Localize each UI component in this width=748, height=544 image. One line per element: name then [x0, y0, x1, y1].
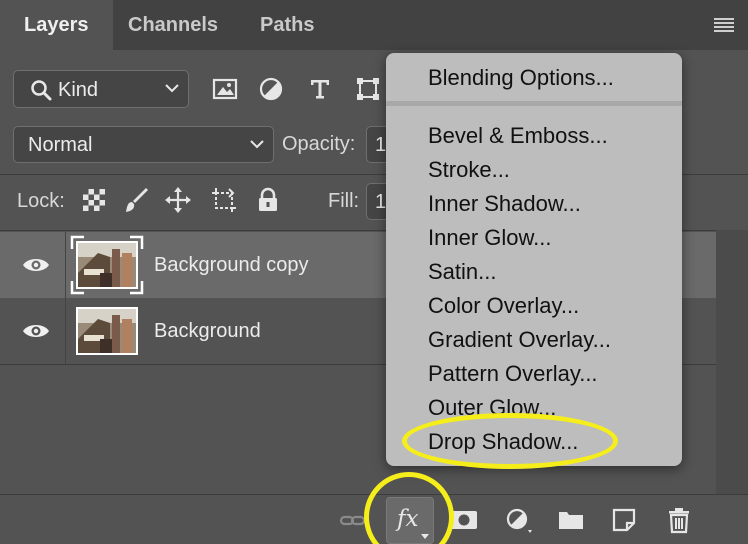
- fill-label: Fill:: [328, 190, 360, 212]
- new-group-folder-icon[interactable]: [556, 506, 586, 534]
- street-photo-thumbnail-icon: [78, 309, 136, 353]
- eye-icon: [23, 325, 49, 337]
- link-layers-icon[interactable]: [338, 506, 368, 534]
- layers-scrollbar[interactable]: [716, 230, 748, 494]
- layer-thumbnail: [76, 241, 138, 289]
- chevron-down-icon: [165, 84, 179, 93]
- layer-name: Background copy: [154, 254, 309, 276]
- menu-item-stroke[interactable]: Stroke...: [428, 157, 510, 183]
- street-photo-thumbnail-icon: [78, 243, 136, 287]
- lock-transparent-pixels-icon[interactable]: [80, 186, 108, 214]
- shape-layer-filter-icon[interactable]: [355, 76, 381, 102]
- opacity-label: Opacity:: [282, 133, 356, 155]
- blend-mode-select[interactable]: Normal: [13, 126, 274, 163]
- menu-item-satin[interactable]: Satin...: [428, 259, 496, 285]
- delete-layer-trash-icon[interactable]: [664, 506, 694, 534]
- tab-layers[interactable]: Layers: [0, 0, 113, 50]
- menu-item-gradient-overlay[interactable]: Gradient Overlay...: [428, 327, 611, 353]
- caret-down-icon: [421, 534, 429, 539]
- menu-item-inner-glow[interactable]: Inner Glow...: [428, 225, 552, 251]
- layer-visibility-toggle[interactable]: [0, 298, 66, 364]
- chevron-down-icon: [250, 140, 264, 149]
- new-adjustment-layer-icon[interactable]: [503, 506, 533, 534]
- lock-image-pixels-brush-icon[interactable]: [122, 186, 150, 214]
- lock-position-move-icon[interactable]: [164, 186, 192, 214]
- menu-item-outer-glow[interactable]: Outer Glow...: [428, 395, 556, 421]
- menu-item-bevel-emboss[interactable]: Bevel & Emboss...: [428, 123, 608, 149]
- menu-item-color-overlay[interactable]: Color Overlay...: [428, 293, 579, 319]
- menu-item-pattern-overlay[interactable]: Pattern Overlay...: [428, 361, 598, 387]
- layer-name: Background: [154, 320, 261, 342]
- eye-icon: [23, 259, 49, 271]
- menu-item-drop-shadow[interactable]: Drop Shadow...: [428, 429, 578, 455]
- menu-item-inner-shadow[interactable]: Inner Shadow...: [428, 191, 581, 217]
- add-layer-mask-icon[interactable]: [449, 506, 479, 534]
- tab-paths[interactable]: Paths: [236, 0, 338, 50]
- panel-tab-bar: Layers Channels Paths: [0, 0, 748, 50]
- menu-item-blending-options[interactable]: Blending Options...: [428, 65, 614, 91]
- layer-style-menu: Blending Options... Bevel & Emboss... St…: [386, 53, 682, 466]
- new-layer-icon[interactable]: [609, 506, 639, 534]
- kind-filter-label: Kind: [58, 79, 99, 101]
- lock-all-icon[interactable]: [254, 186, 282, 214]
- layer-thumbnail: [76, 307, 138, 355]
- search-icon: [31, 80, 52, 101]
- adjustment-layer-filter-icon[interactable]: [258, 76, 284, 102]
- blend-mode-label: Normal: [28, 134, 93, 156]
- tab-channels[interactable]: Channels: [104, 0, 242, 50]
- lock-artboard-icon[interactable]: [210, 186, 238, 214]
- type-layer-filter-icon[interactable]: [307, 76, 333, 102]
- add-layer-style-button[interactable]: fx: [386, 497, 434, 544]
- menu-separator: [386, 101, 682, 106]
- fx-icon: fx: [397, 506, 419, 532]
- panel-menu-icon[interactable]: [714, 18, 734, 32]
- lock-label: Lock:: [17, 190, 65, 212]
- kind-filter-select[interactable]: Kind: [13, 70, 189, 108]
- pixel-layer-filter-icon[interactable]: [212, 76, 238, 102]
- layer-visibility-toggle[interactable]: [0, 232, 66, 298]
